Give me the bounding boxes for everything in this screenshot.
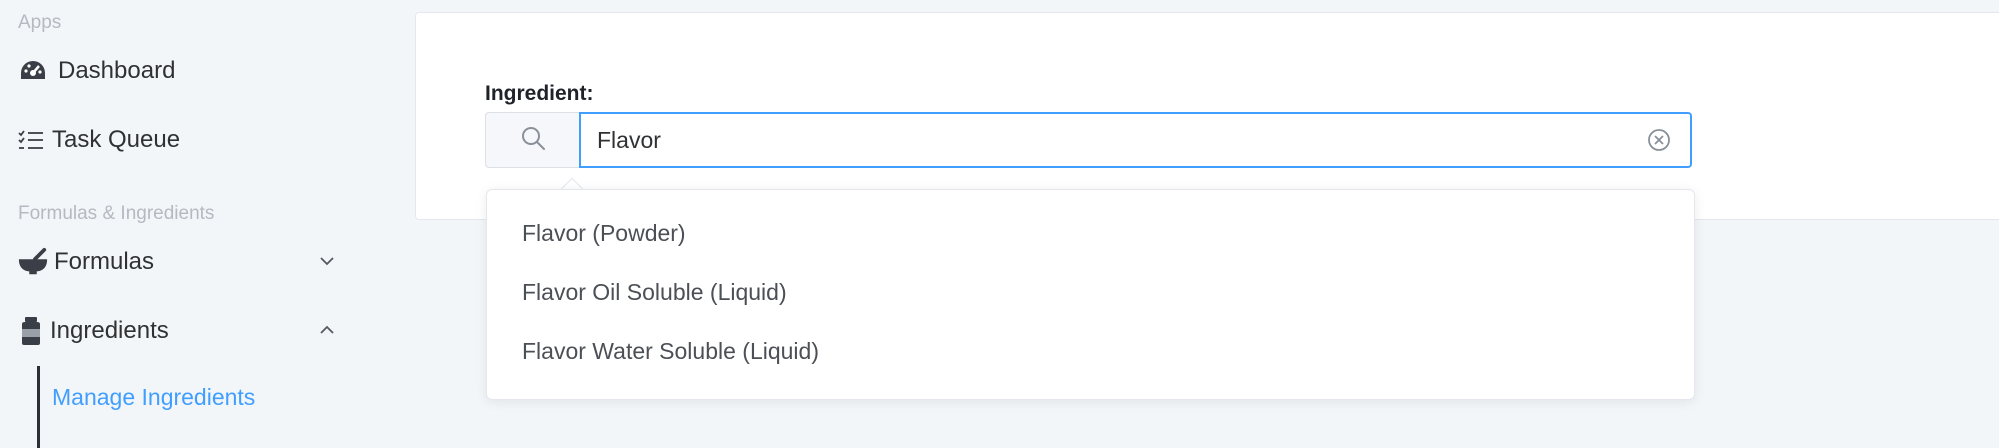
dashboard-gauge-icon bbox=[18, 56, 48, 86]
submenu-indicator-line bbox=[37, 366, 40, 448]
dropdown-option[interactable]: Flavor Oil Soluble (Liquid) bbox=[487, 264, 1694, 320]
dropdown-option[interactable]: Flavor Water Soluble (Liquid) bbox=[487, 323, 1694, 379]
sidebar: Apps Dashboard Task Queue Formulas & Ing… bbox=[0, 0, 395, 448]
sidebar-item-label: Task Queue bbox=[52, 126, 181, 153]
sidebar-subitem-manage-ingredients[interactable]: Manage Ingredients bbox=[52, 384, 255, 411]
app-root: Apps Dashboard Task Queue Formulas & Ing… bbox=[0, 0, 1999, 448]
sidebar-item-label: Dashboard bbox=[58, 57, 176, 84]
sidebar-item-dashboard[interactable]: Dashboard bbox=[18, 49, 358, 93]
task-list-icon bbox=[18, 125, 44, 155]
ingredient-search-input[interactable] bbox=[597, 114, 1627, 166]
sidebar-item-label: Ingredients bbox=[50, 317, 169, 344]
autocomplete-dropdown: Flavor (Powder) Flavor Oil Soluble (Liqu… bbox=[486, 189, 1695, 400]
sidebar-item-label: Formulas bbox=[54, 248, 155, 275]
circle-close-icon[interactable] bbox=[1646, 127, 1672, 153]
sidebar-item-task-queue[interactable]: Task Queue bbox=[18, 118, 358, 162]
chevron-down-icon bbox=[316, 250, 338, 272]
sidebar-item-ingredients[interactable]: Ingredients bbox=[18, 309, 358, 353]
section-label-apps: Apps bbox=[18, 12, 62, 33]
sidebar-item-formulas[interactable]: Formulas bbox=[18, 240, 358, 284]
ingredient-search-field bbox=[579, 112, 1692, 168]
dropdown-option[interactable]: Flavor (Powder) bbox=[487, 205, 1694, 261]
chevron-up-icon bbox=[316, 319, 338, 341]
search-prepend bbox=[485, 112, 580, 168]
section-label-formulas-ingredients: Formulas & Ingredients bbox=[18, 203, 215, 224]
jar-icon bbox=[18, 316, 44, 346]
mortar-pestle-icon bbox=[18, 247, 48, 277]
search-icon bbox=[519, 124, 547, 157]
ingredient-field-label: Ingredient: bbox=[485, 82, 594, 105]
